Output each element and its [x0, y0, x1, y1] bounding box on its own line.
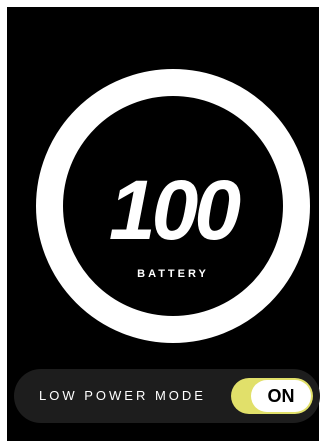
toggle-state-label: ON — [251, 380, 311, 412]
battery-level: 100 — [108, 163, 241, 257]
battery-ring: 100 BATTERY — [36, 69, 310, 343]
low-power-mode-label: LOW POWER MODE — [39, 388, 206, 403]
battery-label: BATTERY — [137, 268, 209, 280]
low-power-mode-toggle[interactable]: ON — [231, 378, 313, 414]
low-power-mode-row[interactable]: LOW POWER MODE ON — [14, 369, 320, 423]
